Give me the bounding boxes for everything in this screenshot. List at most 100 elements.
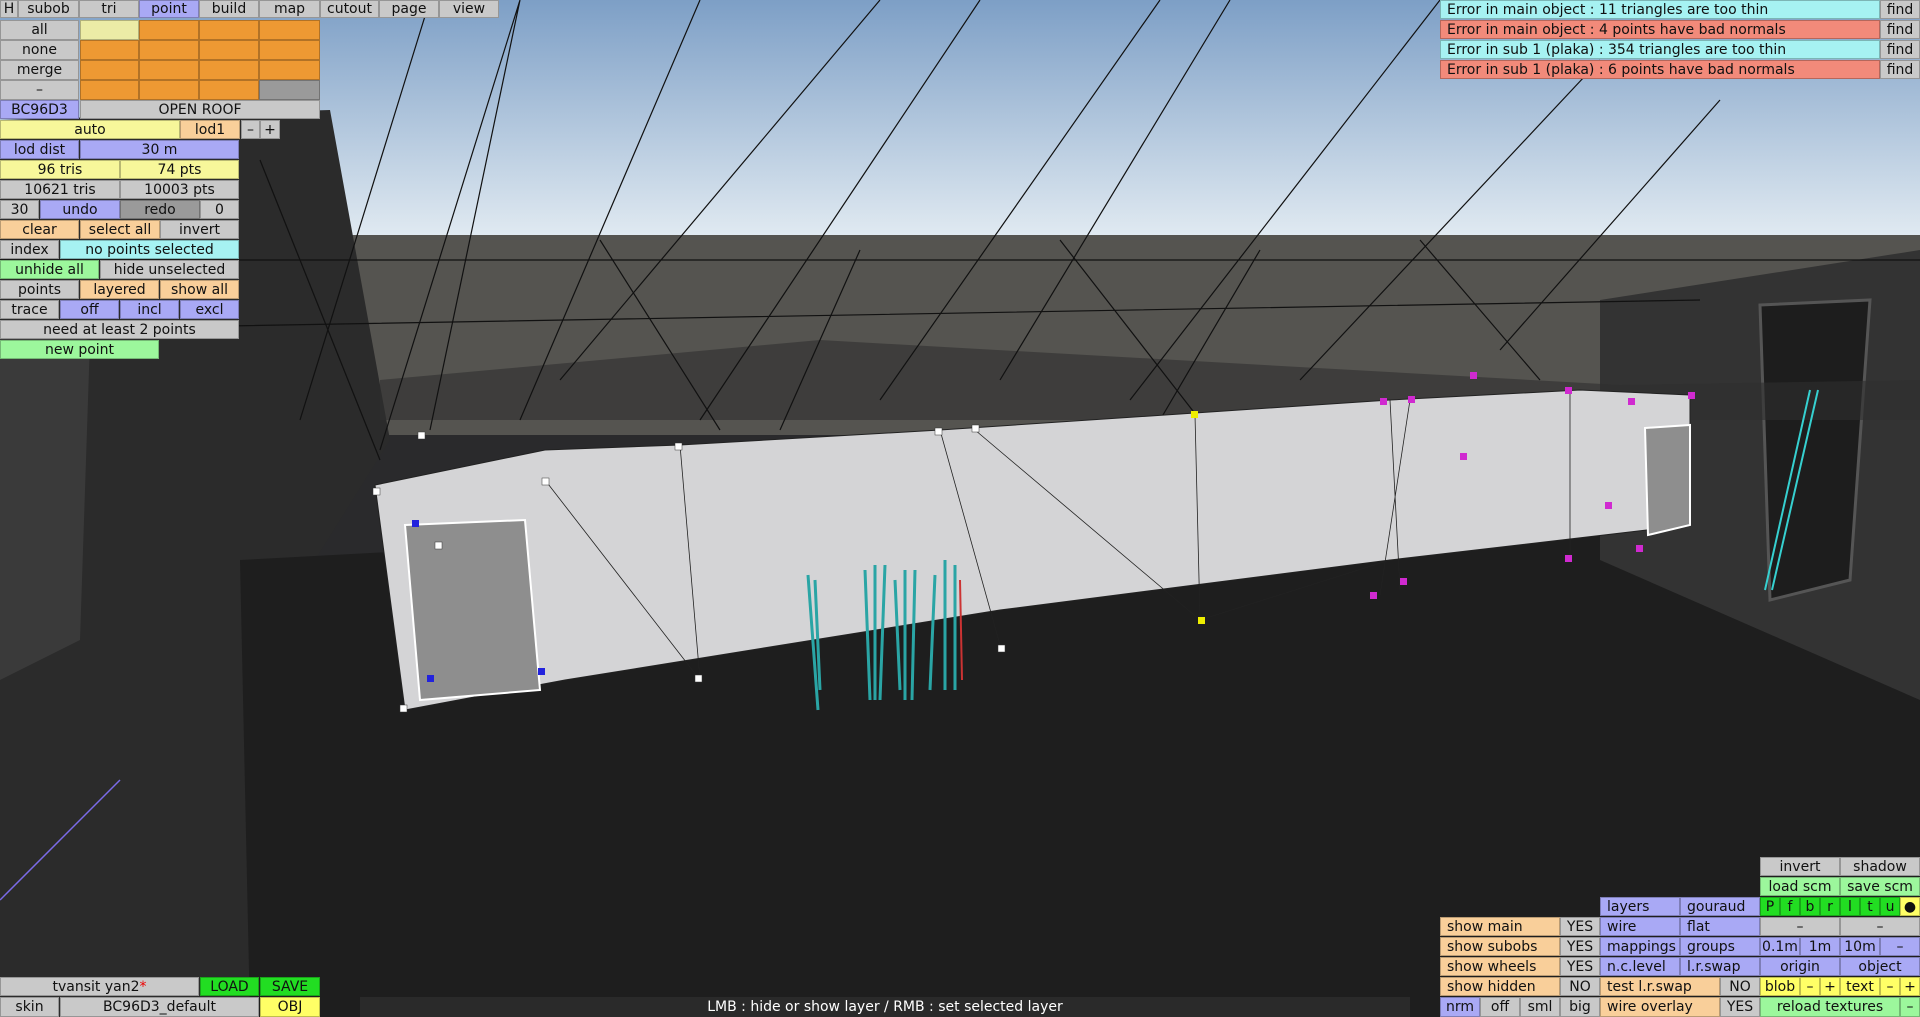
flat-button[interactable]: flat [1680,917,1760,936]
load-button[interactable]: LOAD [200,977,259,996]
layer-swatch[interactable] [259,20,320,40]
reload-textures-button[interactable]: reload textures [1760,997,1900,1017]
tab-view[interactable]: view [439,0,499,18]
h-button[interactable]: H [0,0,18,18]
channel-f-toggle[interactable]: f [1780,897,1800,916]
channel-dot-toggle[interactable]: ● [1900,897,1920,916]
find-button[interactable]: find [1880,0,1920,19]
index-button[interactable]: index [0,240,59,259]
text-plus-button[interactable]: + [1900,977,1920,996]
layers-button[interactable]: layers [1600,897,1680,916]
show-main-toggle[interactable]: YES [1560,917,1600,936]
layer-swatch[interactable] [199,20,259,40]
merge-button[interactable]: merge [0,60,79,80]
normals-big-button[interactable]: big [1560,997,1600,1017]
show-subobs-toggle[interactable]: YES [1560,937,1600,956]
layer-swatch[interactable] [139,60,199,80]
save-scm-button[interactable]: save scm [1840,877,1920,896]
find-button[interactable]: find [1880,20,1920,39]
lod-mode[interactable]: auto [0,120,180,139]
gouraud-button[interactable]: gouraud [1680,897,1760,916]
select-all-button[interactable]: all [0,20,79,40]
tab-tri[interactable]: tri [79,0,139,18]
load-scm-button[interactable]: load scm [1760,877,1840,896]
show-hidden-toggle[interactable]: NO [1560,977,1600,996]
distance-dash-button[interactable]: – [1880,937,1920,956]
lod-minus-button[interactable]: – [241,120,260,139]
dash-button[interactable]: – [0,80,79,100]
lr-swap-button[interactable]: l.r.swap [1680,957,1760,976]
origin-button[interactable]: origin [1760,957,1840,976]
tab-cutout[interactable]: cutout [320,0,379,18]
channel-t-toggle[interactable]: t [1860,897,1880,916]
channel-b-toggle[interactable]: b [1800,897,1820,916]
undo-button[interactable]: undo [40,200,120,219]
layer-swatch[interactable] [259,40,320,60]
trace-excl[interactable]: excl [180,300,239,319]
channel-l-toggle[interactable]: l [1840,897,1860,916]
object-button[interactable]: object [1840,957,1920,976]
tab-build[interactable]: build [199,0,259,18]
shadow-button[interactable]: shadow [1840,857,1920,876]
obj-button[interactable]: OBJ [260,997,320,1017]
channel-r-toggle[interactable]: r [1820,897,1840,916]
channel-p-toggle[interactable]: P [1760,897,1780,916]
find-button[interactable]: find [1880,40,1920,59]
tab-map[interactable]: map [259,0,320,18]
tab-page[interactable]: page [379,0,439,18]
layer-swatch[interactable] [139,20,199,40]
object-id[interactable]: BC96D3 [0,100,79,119]
invert-view-button[interactable]: invert [1760,857,1840,876]
trace-incl[interactable]: incl [120,300,179,319]
layer-swatch[interactable] [139,80,199,100]
mappings-button[interactable]: mappings [1600,937,1680,956]
redo-button[interactable]: redo [120,200,200,219]
channel-u-toggle[interactable]: u [1880,897,1900,916]
text-minus-button[interactable]: – [1880,977,1900,996]
file-name[interactable]: tvansit yan2 * [0,977,199,996]
layer-swatch[interactable] [259,80,320,100]
save-button[interactable]: SAVE [260,977,320,996]
wire-overlay-toggle[interactable]: YES [1720,997,1760,1017]
show-wheels-toggle[interactable]: YES [1560,957,1600,976]
dash-button[interactable]: – [1760,917,1840,936]
reload-dash-button[interactable]: – [1900,997,1920,1017]
layered-toggle[interactable]: layered [80,280,159,299]
nc-level-button[interactable]: n.c.level [1600,957,1680,976]
distance-1m-button[interactable]: 1m [1800,937,1840,956]
groups-button[interactable]: groups [1680,937,1760,956]
normals-sml-button[interactable]: sml [1520,997,1560,1017]
select-none-button[interactable]: none [0,40,79,60]
object-name[interactable]: OPEN ROOF [80,100,320,119]
points-mode[interactable]: points [0,280,79,299]
layer-swatch[interactable] [80,60,139,80]
layer-swatch[interactable] [80,40,139,60]
blob-plus-button[interactable]: + [1820,977,1840,996]
dash-button[interactable]: – [1840,917,1920,936]
clear-button[interactable]: clear [0,220,79,239]
layer-swatch[interactable] [199,60,259,80]
normals-off-button[interactable]: off [1480,997,1520,1017]
blob-minus-button[interactable]: – [1800,977,1820,996]
tab-point[interactable]: point [139,0,199,18]
layer-swatch[interactable] [199,40,259,60]
trace-off[interactable]: off [60,300,119,319]
show-all-toggle[interactable]: show all [160,280,239,299]
select-all-points-button[interactable]: select all [80,220,160,239]
layer-swatch[interactable] [139,40,199,60]
lod-dist-value[interactable]: 30 m [80,140,239,159]
skin-select[interactable]: BC96D3_default [60,997,259,1017]
layer-swatch[interactable] [80,80,139,100]
3d-viewport[interactable] [0,0,1920,1017]
invert-selection-button[interactable]: invert [160,220,239,239]
layer-swatch[interactable] [199,80,259,100]
find-button[interactable]: find [1880,60,1920,79]
nrm-button[interactable]: nrm [1440,997,1480,1017]
tab-subob[interactable]: subob [18,0,79,18]
new-point-button[interactable]: new point [0,340,159,359]
wire-button[interactable]: wire [1600,917,1680,936]
layer-swatch[interactable] [80,20,139,40]
unhide-all-button[interactable]: unhide all [0,260,99,279]
distance-10m-button[interactable]: 10m [1840,937,1880,956]
hide-unselected-button[interactable]: hide unselected [100,260,239,279]
